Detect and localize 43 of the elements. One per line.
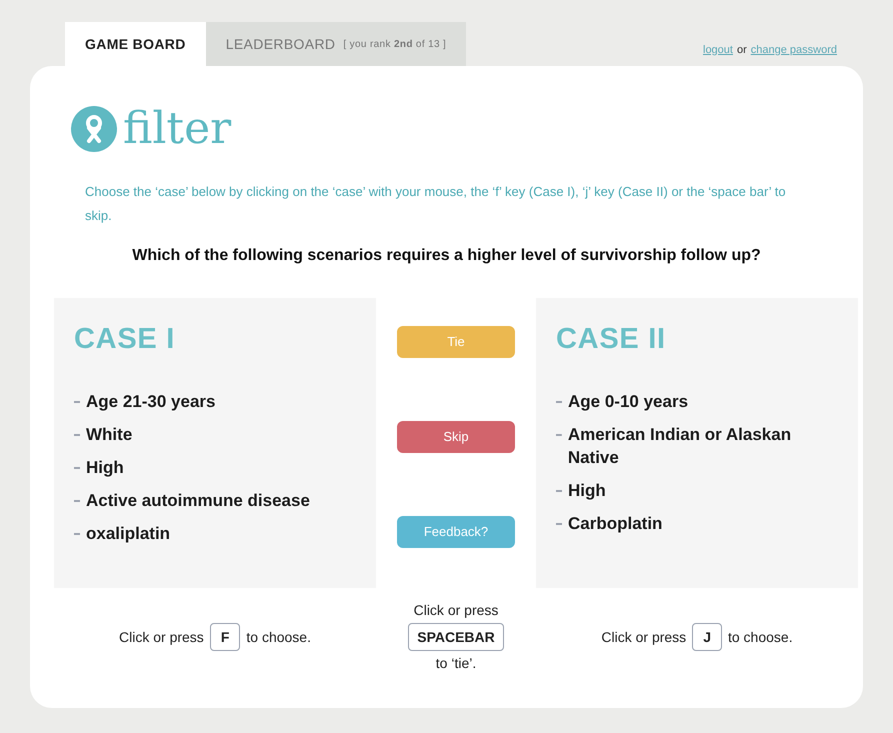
change-password-link[interactable]: change password xyxy=(750,42,837,58)
hint-text: to ‘tie’. xyxy=(436,654,476,673)
dash-icon xyxy=(556,400,562,402)
case-detail: Active autoimmune disease xyxy=(86,490,310,512)
tab[interactable]: LEADERBOARD [ you rank 2nd of 13 ] xyxy=(206,22,466,66)
case-detail: American Indian or Alaskan Native xyxy=(568,424,792,468)
case-title: CASE I xyxy=(74,322,176,357)
case-detail: High xyxy=(568,480,606,502)
case-detail: oxaliplatin xyxy=(86,522,170,544)
dash-icon xyxy=(556,434,562,436)
hint-text: to choose. xyxy=(728,628,793,646)
case-title: CASE II xyxy=(556,322,667,357)
case-detail: Age 21-30 years xyxy=(86,390,216,412)
separator-text: or xyxy=(736,42,747,58)
case-card[interactable]: CASE I Age 21-30 years White High Active autoimmune disease oxaliplatin xyxy=(54,298,376,588)
action-button[interactable]: Tie xyxy=(397,326,515,358)
logo-text: filter xyxy=(123,107,232,151)
ribbon-logo-icon xyxy=(71,106,117,152)
question-text: Which of the following scenarios requires a higher level of survivorship follow up? xyxy=(131,246,762,266)
hint-text: to choose. xyxy=(246,628,311,646)
dash-icon xyxy=(74,434,80,436)
case-detail: White xyxy=(86,424,132,446)
key-cap: SPACEBAR xyxy=(408,623,504,651)
case-detail: Age 0-10 years xyxy=(568,390,688,412)
instructions-text: Choose the ‘case’ below by clicking on the ‘case’ with your mouse, the ‘f’ key (Case I), ‘j’ key (Case II) or the ‘space bar’ to skip. xyxy=(84,183,787,225)
action-button[interactable]: Feedback? xyxy=(397,516,515,548)
dash-icon xyxy=(74,466,80,468)
hint-text: Click or press xyxy=(119,628,204,647)
key-cap: J xyxy=(692,623,722,651)
key-cap: F xyxy=(210,623,240,651)
action-button[interactable]: Skip xyxy=(397,421,515,453)
dash-icon xyxy=(556,490,562,492)
dash-icon xyxy=(74,532,80,534)
hint-text: Click or press xyxy=(601,628,686,647)
case-detail: Carboplatin xyxy=(568,512,662,534)
dash-icon xyxy=(74,500,80,502)
tab[interactable]: GAME BOARD xyxy=(65,22,206,66)
hint-text: Click or press xyxy=(414,601,498,620)
case-card[interactable]: CASE II Age 0-10 years American Indian or Alaskan Native High Carboplatin xyxy=(536,298,858,588)
dash-icon xyxy=(556,522,562,524)
case-detail: High xyxy=(86,456,124,478)
logout-link[interactable]: logout xyxy=(703,42,733,58)
dash-icon xyxy=(74,400,80,402)
